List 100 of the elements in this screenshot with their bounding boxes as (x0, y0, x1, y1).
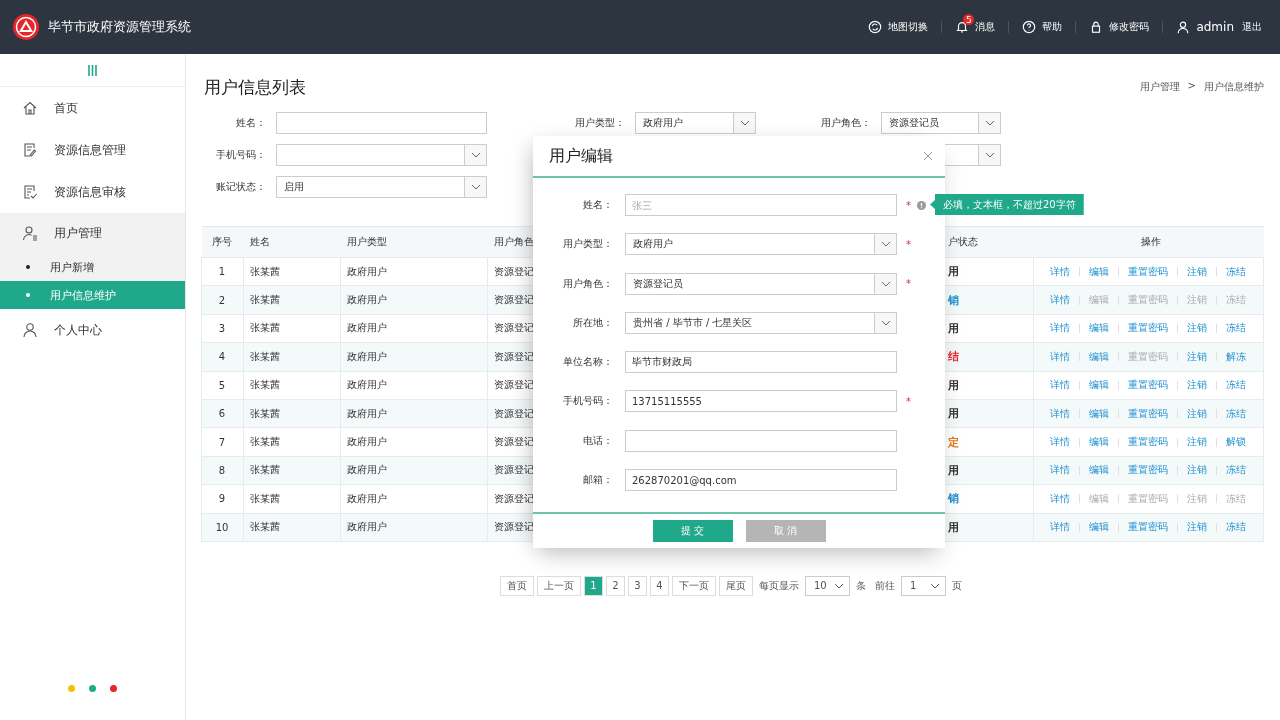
action-link[interactable]: 详情 (1050, 435, 1070, 450)
action-link[interactable]: 详情 (1050, 264, 1070, 279)
last-page-button[interactable]: 尾页 (719, 575, 753, 596)
action-link[interactable]: 编辑 (1089, 321, 1109, 336)
action-link[interactable]: 重置密码 (1128, 435, 1168, 450)
filter-input[interactable] (276, 112, 487, 134)
filter-select[interactable] (276, 144, 487, 166)
indicator-dot[interactable] (68, 685, 75, 692)
header-link[interactable]: 修改密码 (1089, 14, 1150, 40)
menu-item[interactable]: 资源信息管理 (0, 129, 185, 171)
caret-icon (470, 184, 481, 190)
select-field[interactable]: 政府用户 (625, 233, 897, 256)
filter-select[interactable]: 政府用户 (635, 112, 756, 134)
table-cell: 政府用户 (347, 379, 387, 391)
page-button[interactable]: 2 (606, 575, 625, 596)
action-link[interactable]: 注销 (1187, 264, 1207, 279)
action-link[interactable]: 冻结 (1226, 520, 1246, 535)
action-link[interactable]: 重置密码 (1128, 378, 1168, 393)
column-header: 户状态 (947, 236, 978, 247)
action-link[interactable]: 详情 (1050, 349, 1070, 364)
action-link[interactable]: 冻结 (1226, 264, 1246, 279)
action-link[interactable]: 注销 (1187, 520, 1207, 535)
indicator-dot[interactable] (110, 685, 117, 692)
menu-item[interactable]: 用户管理 (0, 213, 185, 253)
filter-select[interactable]: 启用 (276, 176, 487, 198)
submit-button[interactable]: 提 交 (652, 520, 733, 542)
action-link[interactable]: 重置密码 (1128, 264, 1168, 279)
username[interactable]: admin (1176, 14, 1234, 40)
table-cell: 资源登记 (494, 436, 534, 448)
menu-item[interactable]: 资源信息审核 (0, 171, 185, 213)
close-icon[interactable] (923, 151, 933, 161)
input-field[interactable]: 262870201@qq.com (625, 469, 897, 492)
action-link[interactable]: 详情 (1050, 406, 1070, 421)
action-link[interactable]: 解锁 (1226, 435, 1246, 450)
action-link[interactable]: 冻结 (1226, 463, 1246, 478)
info-icon (917, 200, 926, 210)
header-link[interactable]: 5 消息 (955, 14, 996, 40)
action-link[interactable]: 重置密码 (1128, 406, 1168, 421)
action-link[interactable]: 详情 (1050, 463, 1070, 478)
select-field[interactable]: 资源登记员 (625, 272, 897, 295)
action-link[interactable]: 注销 (1187, 406, 1207, 421)
action-link[interactable]: 冻结 (1226, 378, 1246, 393)
cancel-button[interactable]: 取 消 (745, 520, 826, 542)
input-field[interactable] (625, 429, 897, 452)
goto-page-select[interactable]: 1 (901, 575, 946, 596)
action-link[interactable]: 重置密码 (1128, 520, 1168, 535)
indicator-dot[interactable] (89, 685, 96, 692)
status-text: 用 (948, 463, 959, 477)
action-link[interactable]: 冻结 (1226, 321, 1246, 336)
action-link[interactable]: 编辑 (1089, 264, 1109, 279)
action-link[interactable]: 重置密码 (1128, 463, 1168, 478)
action-link[interactable]: 详情 (1050, 293, 1070, 308)
submenu-item[interactable]: 用户新增 (0, 253, 185, 281)
action-link[interactable]: 重置密码 (1128, 321, 1168, 336)
action-link[interactable]: 注销 (1187, 435, 1207, 450)
menu-item[interactable]: 首页 (0, 87, 185, 129)
first-page-button[interactable]: 首页 (500, 575, 534, 596)
action-link[interactable]: 详情 (1050, 321, 1070, 336)
action-link[interactable]: 编辑 (1089, 378, 1109, 393)
filter-label: 账记状态： (215, 180, 266, 194)
bullet-icon (26, 265, 30, 269)
breadcrumb-item[interactable]: 用户信息维护 (1204, 80, 1264, 94)
page-button[interactable]: 4 (650, 575, 669, 596)
action-link[interactable]: 解冻 (1226, 349, 1246, 364)
action-link[interactable]: 冻结 (1226, 406, 1246, 421)
per-page-select[interactable]: 10 (805, 575, 850, 596)
input-field[interactable]: 张三 (625, 194, 897, 216)
input-field[interactable]: 13715115555 (625, 390, 897, 413)
action-link[interactable]: 编辑 (1089, 435, 1109, 450)
next-page-button[interactable]: 下一页 (672, 575, 716, 596)
action-link[interactable]: 编辑 (1089, 463, 1109, 478)
field-label: 用户角色： (562, 276, 613, 291)
header-link[interactable]: 地图切换 (868, 14, 929, 40)
action-link[interactable]: 编辑 (1089, 349, 1109, 364)
action-link[interactable]: 详情 (1050, 378, 1070, 393)
previous-page-button[interactable]: 上一页 (537, 575, 581, 596)
header-link[interactable]: 帮助 (1022, 14, 1063, 40)
action-link[interactable]: 编辑 (1089, 406, 1109, 421)
page-button[interactable]: 3 (628, 575, 647, 596)
menu-item[interactable]: 个人中心 (0, 309, 185, 351)
action-link[interactable]: 注销 (1187, 321, 1207, 336)
action-link[interactable]: 编辑 (1089, 520, 1109, 535)
collapse-icon[interactable] (88, 64, 97, 76)
filter-select[interactable]: 资源登记员 (881, 112, 1001, 134)
input-field[interactable]: 毕节市财政局 (625, 351, 897, 374)
breadcrumb-item[interactable]: 用户管理 (1139, 80, 1180, 94)
logout-link[interactable]: 退出 (1242, 14, 1262, 40)
select-field[interactable]: 贵州省 / 毕节市 / 七星关区 (625, 311, 897, 334)
action-link[interactable]: 注销 (1187, 349, 1207, 364)
action-link[interactable]: 注销 (1187, 378, 1207, 393)
table-cell: 张某茜 (250, 464, 280, 476)
table-cell: 资源登记 (494, 350, 534, 362)
table-cell: 张某茜 (250, 322, 280, 334)
table-cell: 张某茜 (250, 265, 280, 277)
action-link[interactable]: 注销 (1187, 463, 1207, 478)
status-text: 结 (948, 350, 959, 364)
submenu-item[interactable]: 用户信息维护 (0, 281, 185, 309)
action-link[interactable]: 详情 (1050, 520, 1070, 535)
action-link[interactable]: 详情 (1050, 491, 1070, 506)
page-button[interactable]: 1 (584, 575, 603, 596)
